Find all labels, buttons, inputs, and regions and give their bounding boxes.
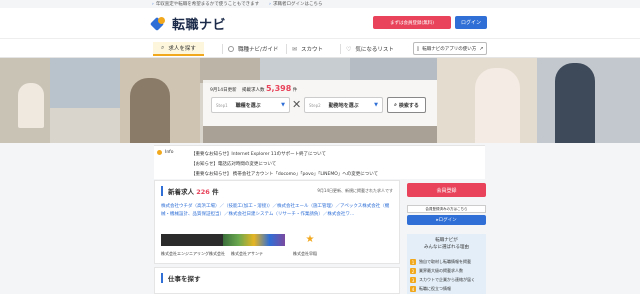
job-type-label: 職種を選ぶ [235, 102, 261, 109]
company-logo[interactable] [161, 234, 223, 246]
new-jobs-count: 226 [196, 188, 210, 196]
nav-item-label: 求人を探す [168, 46, 196, 52]
new-jobs-companies[interactable]: 株式会社ウチダ（高浜工場）／（技能工(加工・溶接)）／株式会社エール（施工管理）… [161, 203, 395, 219]
update-date: 9月14日更新 [210, 88, 237, 93]
hero-photo [130, 78, 170, 143]
job-search-section: 仕事を探す [154, 267, 400, 294]
reason-number: 2 [410, 268, 416, 274]
logo-caption: 株式会社エンジニアリング株式会社 [161, 251, 225, 256]
reasons-title: 転職ナビが みんなに選ばれる理由 [407, 237, 486, 251]
reason-item: 1 独自で取材し転職情報を掲載 [410, 259, 471, 265]
job-type-select[interactable]: Step1 職種を選ぶ ▼ [211, 97, 290, 113]
reasons-title-line-1: 転職ナビが [435, 238, 458, 243]
hero-photo [203, 126, 437, 143]
login-button[interactable]: ログイン [455, 16, 487, 29]
info-badge-label: Info [165, 150, 174, 155]
info-badge: Info [157, 150, 174, 155]
sidebar-login-button[interactable]: ▸ ログイン [407, 215, 486, 225]
new-jobs-section: 新着求人 226 件 9月14日更新、新規に掲載された求人です 株式会社ウチダ（… [154, 180, 400, 264]
external-link-icon: ↗ [479, 45, 484, 52]
nav-divider [340, 44, 341, 54]
reasons-box: 転職ナビが みんなに選ばれる理由 1 独自で取材し転職情報を掲載 2 業界最大級… [407, 234, 486, 294]
info-item[interactable]: 【重要なお知らせ】 携帯会社アカウント「docomo」「povo」「LINEMO… [191, 170, 378, 180]
main-nav: ⌕ 求人を探す 職種ナビ/ガイド ✉ スカウト ♡ 気になるリスト ▯ 転職ナビ… [0, 38, 640, 58]
hero-photo [18, 83, 44, 128]
sidebar-register-button[interactable]: 会員登録 [407, 183, 486, 197]
heart-icon: ♡ [346, 45, 352, 53]
nav-item-favorites[interactable]: ♡ 気になるリスト [346, 42, 394, 56]
location-label: 勤務地を選ぶ [328, 102, 359, 109]
hero-photo [50, 58, 120, 108]
top-note-2[interactable]: 求職者ログインはこちら [269, 1, 323, 7]
nav-item-scout[interactable]: ✉ スカウト [292, 42, 323, 56]
job-count-unit: 件 [292, 88, 298, 93]
info-item[interactable]: 【お知らせ】電話応対時間の変更について [191, 160, 378, 170]
info-list: 【重要なお知らせ】Internet Explorer 11のサポート終了について… [191, 150, 378, 180]
new-jobs-unit: 件 [212, 188, 219, 196]
section-title: 仕事を探す [161, 273, 201, 283]
app-guide-button[interactable]: ▯ 転職ナビのアプリの使い方 ↗ [413, 42, 487, 55]
reason-text: 転職に役立つ情報 [419, 286, 451, 291]
star-logo-icon[interactable]: ★ [295, 234, 325, 246]
member-login-link[interactable]: 会員登録済みの方はこちら [407, 205, 486, 213]
new-jobs-note: 9月14日更新、新規に掲載された求人です [317, 188, 393, 193]
logo-mark-icon [149, 16, 168, 31]
hero-photo [350, 58, 440, 80]
job-count-value: 5,398 [265, 84, 292, 93]
job-count-label: 掲載求人数 [242, 88, 265, 93]
reason-item: 4 転職に役立つ情報 [410, 286, 451, 292]
nav-item-label: 気になるリスト [355, 47, 394, 53]
new-jobs-title: 新着求人 [168, 188, 194, 196]
reason-number: 3 [410, 277, 416, 283]
nav-item-search-jobs[interactable]: ⌕ 求人を探す [153, 42, 204, 56]
section-title: 新着求人 226 件 [161, 186, 219, 196]
search-icon: ⌕ [394, 102, 397, 108]
logo-caption: 株式会社早稲 [293, 251, 317, 256]
site-logo[interactable]: 転職ナビ [149, 14, 227, 33]
hero-photo [555, 63, 595, 143]
job-count-line: 9月14日更新 掲載求人数 5,398 件 [210, 84, 297, 93]
logo-text: 転職ナビ [172, 18, 227, 33]
info-item[interactable]: 【重要なお知らせ】Internet Explorer 11のサポート終了について [191, 150, 378, 160]
location-select[interactable]: Step2 勤務地を選ぶ ▼ [304, 97, 383, 113]
nav-item-label: スカウト [301, 47, 324, 53]
nav-divider [286, 44, 287, 54]
reason-text: スカウトで企業から連絡が届く [419, 277, 475, 282]
search-button-label: 検索する [398, 102, 419, 109]
phone-icon: ▯ [416, 45, 420, 52]
reason-item: 2 業界最大級の掲載求人数 [410, 268, 463, 274]
info-panel: Info 【重要なお知らせ】Internet Explorer 11のサポート終… [154, 145, 485, 179]
info-icon [157, 150, 162, 155]
cross-icon: ✕ [292, 98, 302, 111]
reason-text: 業界最大級の掲載求人数 [419, 268, 463, 273]
logo-caption: 株式会社アサンテ [231, 251, 263, 256]
companies-text: 株式会社ウチダ（高浜工場）／（技能工(加工・溶接)）／株式会社エール（施工管理）… [161, 204, 390, 217]
step-label: Step1 [216, 102, 228, 108]
search-button[interactable]: ⌕ 検索する [387, 97, 426, 113]
nav-divider [222, 44, 223, 54]
nav-item-job-guide[interactable]: 職種ナビ/ガイド [228, 42, 278, 56]
reasons-title-line-2: みんなに選ばれる理由 [424, 245, 469, 250]
nav-item-label: 職種ナビ/ガイド [238, 47, 279, 53]
app-guide-label: 転職ナビのアプリの使い方 [422, 46, 477, 52]
chevron-down-icon: ▼ [281, 102, 285, 108]
hero-photo [475, 68, 520, 143]
search-icon: ⌕ [161, 44, 165, 51]
reason-number: 1 [410, 259, 416, 265]
compass-icon [228, 46, 234, 52]
top-note-1[interactable]: 年収査定や転職を希望まるかで使うこともできます [152, 1, 259, 7]
step-label: Step2 [309, 102, 321, 108]
reason-text: 独自で取材し転職情報を掲載 [419, 259, 471, 264]
reason-item: 3 スカウトで企業から連絡が届く [410, 277, 475, 283]
mail-icon: ✉ [292, 45, 298, 53]
company-logo[interactable] [223, 234, 285, 246]
site-header: 転職ナビ まずは会員登録(無料) ログイン [0, 8, 640, 38]
top-notes: 年収査定や転職を希望まるかで使うこともできます 求職者ログインはこちら [152, 1, 323, 7]
reason-number: 4 [410, 286, 416, 292]
hero-photo [260, 58, 350, 80]
chevron-down-icon: ▼ [374, 102, 378, 108]
register-button[interactable]: まずは会員登録(無料) [373, 16, 451, 29]
sidebar-login-label: ログイン [438, 218, 457, 223]
